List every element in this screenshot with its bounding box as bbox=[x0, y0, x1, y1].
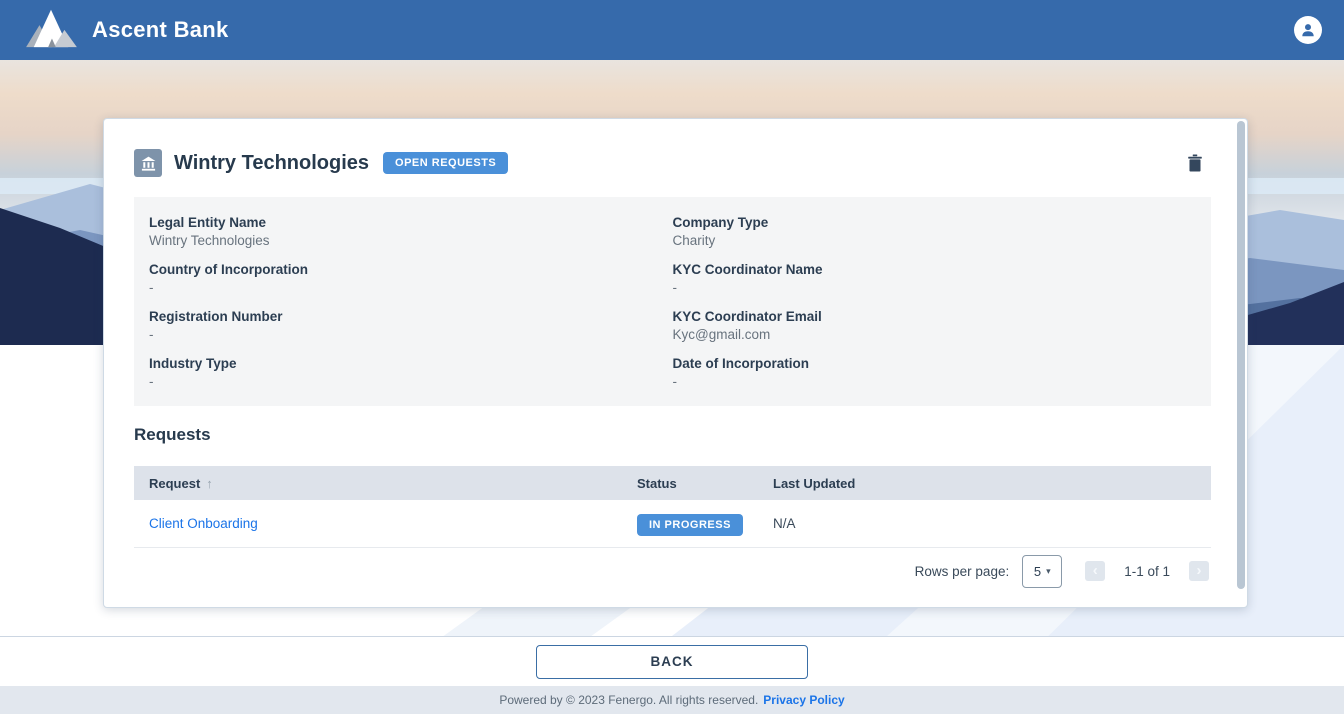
field-kyc-coordinator-email: KYC Coordinator Email Kyc@gmail.com bbox=[673, 308, 1197, 355]
column-header-request[interactable]: Request↑ bbox=[134, 476, 622, 491]
top-navigation-bar: Ascent Bank bbox=[0, 0, 1344, 60]
field-date-of-incorporation: Date of Incorporation - bbox=[673, 355, 1197, 402]
field-label: Industry Type bbox=[149, 355, 673, 372]
open-requests-badge: OPEN REQUESTS bbox=[383, 152, 508, 174]
card-scrollbar-thumb[interactable] bbox=[1237, 121, 1245, 589]
footer-copyright-text: Powered by © 2023 Fenergo. All rights re… bbox=[499, 693, 758, 707]
field-label: Country of Incorporation bbox=[149, 261, 673, 278]
field-legal-entity-name: Legal Entity Name Wintry Technologies bbox=[149, 214, 673, 261]
pagination-range-text: 1-1 of 1 bbox=[1124, 564, 1170, 579]
person-icon bbox=[1298, 20, 1318, 40]
sort-ascending-icon: ↑ bbox=[206, 476, 213, 491]
field-value: Charity bbox=[673, 232, 1197, 249]
chevron-right-icon: › bbox=[1197, 563, 1202, 578]
trash-icon bbox=[1187, 154, 1203, 172]
column-header-status: Status bbox=[622, 476, 758, 491]
user-avatar-button[interactable] bbox=[1294, 16, 1322, 44]
caret-down-icon: ▾ bbox=[1046, 566, 1051, 577]
chevron-left-icon: ‹ bbox=[1093, 563, 1098, 578]
field-label: Company Type bbox=[673, 214, 1197, 231]
field-value: - bbox=[149, 326, 673, 343]
brand-title: Ascent Bank bbox=[92, 17, 229, 43]
delete-entity-button[interactable] bbox=[1187, 154, 1203, 172]
column-header-last-updated: Last Updated bbox=[758, 476, 1211, 491]
request-link[interactable]: Client Onboarding bbox=[149, 516, 258, 531]
rows-per-page-select[interactable]: 5 ▾ bbox=[1022, 555, 1062, 588]
field-value: Kyc@gmail.com bbox=[673, 326, 1197, 343]
field-country-of-incorporation: Country of Incorporation - bbox=[149, 261, 673, 308]
field-registration-number: Registration Number - bbox=[149, 308, 673, 355]
field-label: KYC Coordinator Email bbox=[673, 308, 1197, 325]
rows-per-page-value: 5 bbox=[1034, 564, 1041, 579]
entity-details-panel: Legal Entity Name Wintry Technologies Co… bbox=[134, 197, 1211, 406]
status-badge: IN PROGRESS bbox=[637, 514, 743, 536]
last-updated-value: N/A bbox=[773, 516, 796, 531]
field-value: - bbox=[673, 373, 1197, 390]
mountain-logo-icon bbox=[22, 5, 80, 56]
back-button[interactable]: BACK bbox=[536, 645, 808, 679]
privacy-policy-link[interactable]: Privacy Policy bbox=[763, 693, 844, 707]
field-value: Wintry Technologies bbox=[149, 232, 673, 249]
field-industry-type: Industry Type - bbox=[149, 355, 673, 402]
previous-page-button[interactable]: ‹ bbox=[1085, 561, 1105, 581]
field-label: KYC Coordinator Name bbox=[673, 261, 1197, 278]
field-value: - bbox=[673, 279, 1197, 296]
rows-per-page-label: Rows per page: bbox=[915, 564, 1010, 579]
field-company-type: Company Type Charity bbox=[673, 214, 1197, 261]
requests-section-title: Requests bbox=[134, 425, 211, 445]
entity-name-title: Wintry Technologies bbox=[174, 152, 369, 175]
page-footer: Powered by © 2023 Fenergo. All rights re… bbox=[0, 686, 1344, 714]
card-header: Wintry Technologies OPEN REQUESTS bbox=[134, 149, 1203, 177]
field-label: Date of Incorporation bbox=[673, 355, 1197, 372]
field-value: - bbox=[149, 373, 673, 390]
action-bar: BACK bbox=[0, 636, 1344, 686]
table-row: Client Onboarding IN PROGRESS N/A bbox=[134, 500, 1211, 548]
field-kyc-coordinator-name: KYC Coordinator Name - bbox=[673, 261, 1197, 308]
entity-detail-card: Wintry Technologies OPEN REQUESTS Legal … bbox=[103, 118, 1248, 608]
field-label: Registration Number bbox=[149, 308, 673, 325]
requests-table: Request↑ Status Last Updated Client Onbo… bbox=[134, 466, 1211, 548]
field-label: Legal Entity Name bbox=[149, 214, 673, 231]
bank-icon bbox=[134, 149, 162, 177]
table-pagination: Rows per page: 5 ▾ ‹ 1-1 of 1 › bbox=[915, 552, 1209, 590]
next-page-button[interactable]: › bbox=[1189, 561, 1209, 581]
requests-table-header: Request↑ Status Last Updated bbox=[134, 466, 1211, 500]
field-value: - bbox=[149, 279, 673, 296]
